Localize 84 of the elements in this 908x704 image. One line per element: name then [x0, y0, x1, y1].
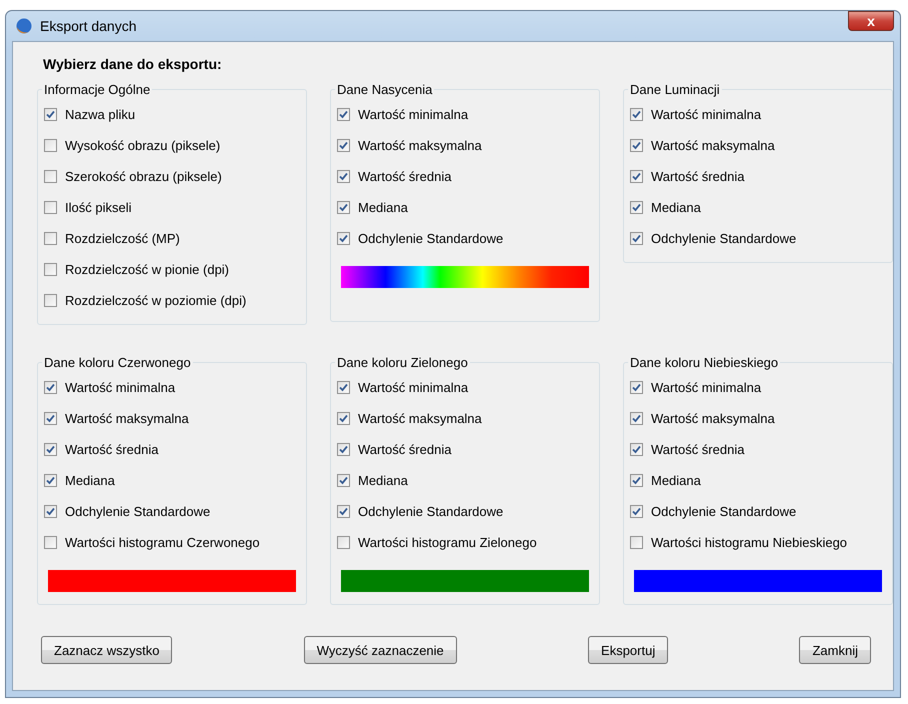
- checkbox-label[interactable]: Wartość średnia: [65, 442, 158, 457]
- checkbox[interactable]: [337, 443, 350, 456]
- dialog-button[interactable]: Wyczyść zaznaczenie: [304, 636, 457, 664]
- checkbox-label[interactable]: Mediana: [65, 473, 115, 488]
- checkbox-label[interactable]: Nazwa pliku: [65, 107, 136, 122]
- checkbox[interactable]: [630, 381, 643, 394]
- checkbox-label[interactable]: Wartość maksymalna: [65, 411, 189, 426]
- checkbox[interactable]: [630, 139, 643, 152]
- checkbox-label[interactable]: Wartość średnia: [651, 169, 744, 184]
- checkbox-label[interactable]: Mediana: [651, 200, 701, 215]
- checkbox-label[interactable]: Mediana: [651, 473, 701, 488]
- checkbox-label[interactable]: Rozdzielczość w poziomie (dpi): [65, 293, 246, 308]
- checkbox-label[interactable]: Wartość minimalna: [651, 107, 762, 122]
- window-title: Eksport danych: [40, 18, 138, 34]
- checkbox[interactable]: [44, 108, 57, 121]
- checkbox[interactable]: [630, 474, 643, 487]
- checkbox[interactable]: [337, 505, 350, 518]
- checkbox-label[interactable]: Odchylenie Standardowe: [651, 231, 796, 246]
- close-button[interactable]: x: [848, 11, 894, 31]
- checkbox[interactable]: [630, 412, 643, 425]
- checkbox-label[interactable]: Ilość pikseli: [65, 200, 132, 215]
- checkbox[interactable]: [337, 201, 350, 214]
- dialog-button[interactable]: Eksportuj: [588, 636, 668, 664]
- checkbox-label[interactable]: Wartość minimalna: [651, 380, 762, 395]
- checkbox-label[interactable]: Wartość minimalna: [65, 380, 176, 395]
- checkbox-label[interactable]: Odchylenie Standardowe: [651, 504, 796, 519]
- section-heading: Wybierz dane do eksportu:: [43, 56, 223, 72]
- checkbox[interactable]: [630, 536, 643, 549]
- checkbox-label[interactable]: Wartości histogramu Niebieskiego: [651, 535, 848, 550]
- checkbox-label[interactable]: Wartość średnia: [358, 442, 452, 457]
- checkbox-label[interactable]: Wartość średnia: [651, 442, 744, 457]
- group-title: Informacje Ogólne: [43, 82, 152, 97]
- checkbox[interactable]: [630, 505, 643, 518]
- dialog-button[interactable]: Zamknij: [799, 636, 871, 664]
- checkbox-label[interactable]: Wartość maksymalna: [651, 138, 775, 153]
- checkbox[interactable]: [630, 443, 643, 456]
- checkbox-label[interactable]: Wartość minimalna: [358, 107, 468, 122]
- checkbox[interactable]: [44, 201, 57, 214]
- checkbox-label[interactable]: Wartość maksymalna: [358, 411, 482, 426]
- checkbox[interactable]: [44, 412, 57, 425]
- checkbox-label[interactable]: Wartość średnia: [358, 169, 452, 184]
- group-title: Dane koloru Czerwonego: [43, 355, 192, 370]
- checkbox[interactable]: [337, 232, 350, 245]
- checkbox[interactable]: [630, 232, 643, 245]
- checkbox-label[interactable]: Wartość maksymalna: [358, 138, 482, 153]
- checkbox-label[interactable]: Odchylenie Standardowe: [65, 504, 210, 519]
- checkbox[interactable]: [337, 536, 350, 549]
- checkbox-label[interactable]: Rozdzielczość w pionie (dpi): [65, 262, 230, 277]
- checkbox-label[interactable]: Rozdzielczość (MP): [65, 231, 180, 246]
- checkbox-label[interactable]: Wartości histogramu Czerwonego: [65, 535, 260, 550]
- group-title: Dane Luminacji: [629, 82, 721, 97]
- checkbox[interactable]: [44, 170, 57, 183]
- dialog-button[interactable]: Zaznacz wszystko: [41, 636, 172, 664]
- checkbox[interactable]: [337, 412, 350, 425]
- checkbox[interactable]: [44, 232, 57, 245]
- checkbox[interactable]: [44, 263, 57, 276]
- checkbox[interactable]: [44, 505, 57, 518]
- checkbox[interactable]: [337, 108, 350, 121]
- checkbox[interactable]: [630, 201, 643, 214]
- group-title: Dane koloru Zielonego: [336, 355, 469, 370]
- group-title: Dane koloru Niebieskiego: [629, 355, 780, 370]
- checkbox-label[interactable]: Wartość maksymalna: [651, 411, 775, 426]
- checkbox-label[interactable]: Mediana: [358, 200, 408, 215]
- checkbox[interactable]: [337, 139, 350, 152]
- checkbox-label[interactable]: Szerokość obrazu (piksele): [65, 169, 222, 184]
- checkbox[interactable]: [44, 294, 57, 307]
- checkbox[interactable]: [44, 474, 57, 487]
- group-title: Dane Nasycenia: [336, 82, 434, 97]
- checkbox[interactable]: [337, 474, 350, 487]
- checkbox-label[interactable]: Wartości histogramu Zielonego: [358, 535, 537, 550]
- checkbox[interactable]: [630, 170, 643, 183]
- checkbox[interactable]: [44, 139, 57, 152]
- checkbox[interactable]: [44, 381, 57, 394]
- checkbox-label[interactable]: Mediana: [358, 473, 408, 488]
- checkbox[interactable]: [337, 381, 350, 394]
- checkbox-label[interactable]: Wysokość obrazu (piksele): [65, 138, 220, 153]
- checkbox[interactable]: [630, 108, 643, 121]
- checkbox-label[interactable]: Odchylenie Standardowe: [358, 231, 504, 246]
- checkbox[interactable]: [44, 536, 57, 549]
- checkbox[interactable]: [44, 443, 57, 456]
- checkbox[interactable]: [337, 170, 350, 183]
- checkbox-label[interactable]: Odchylenie Standardowe: [358, 504, 504, 519]
- checkbox-label[interactable]: Wartość minimalna: [358, 380, 468, 395]
- app-icon: [16, 18, 32, 34]
